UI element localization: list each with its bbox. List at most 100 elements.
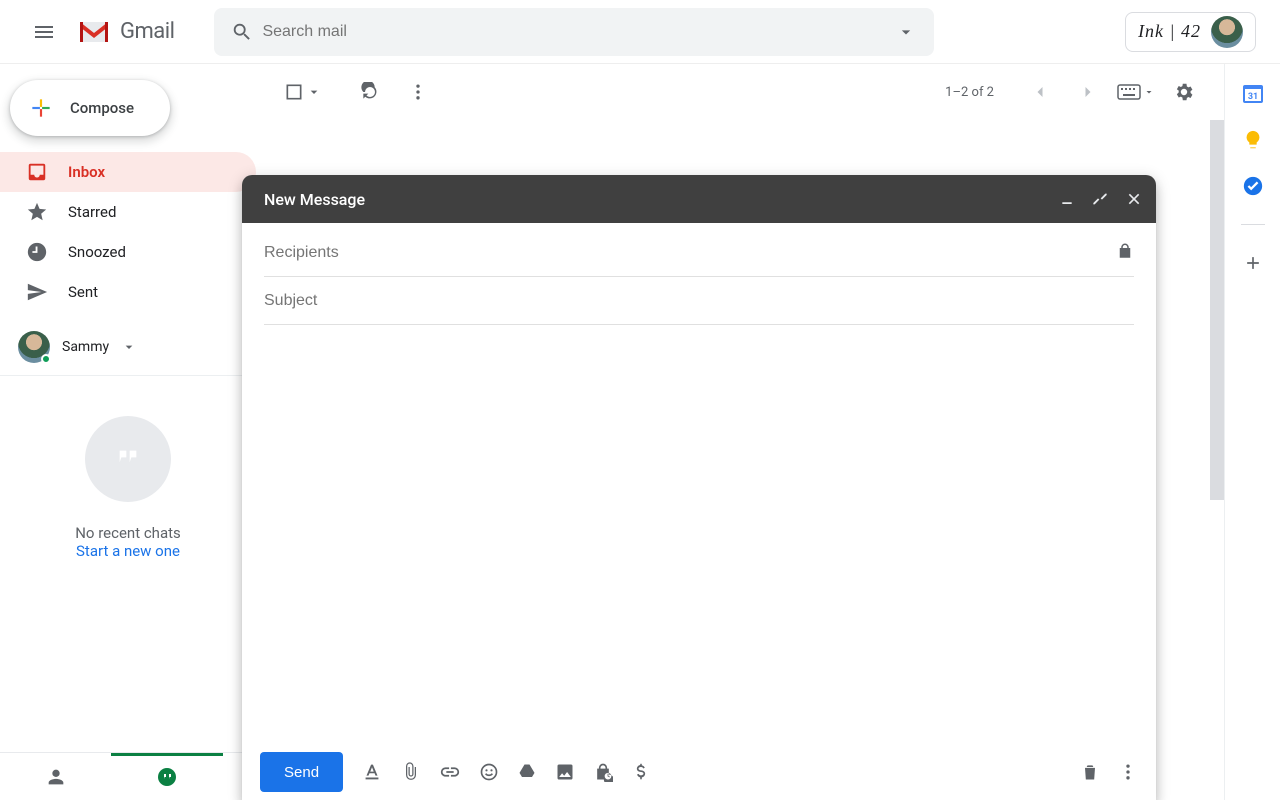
trash-icon: [1080, 762, 1100, 782]
tasks-addon[interactable]: [1241, 174, 1265, 198]
compose-window: New Message Send: [242, 175, 1156, 800]
more-options-button[interactable]: [1118, 762, 1138, 782]
mail-toolbar: 1–2 of 2: [256, 64, 1224, 120]
keyboard-icon: [1117, 84, 1141, 100]
caret-down-icon: [896, 22, 916, 42]
sidebar-item-snoozed[interactable]: Snoozed: [0, 232, 256, 272]
send-icon: [26, 281, 48, 303]
insert-link-button[interactable]: [439, 761, 461, 783]
hangouts-empty-text: No recent chats: [75, 524, 181, 542]
recipients-input[interactable]: [264, 244, 1116, 262]
compose-body[interactable]: [242, 325, 1156, 744]
compose-fields: [242, 223, 1156, 325]
scrollbar[interactable]: [1210, 120, 1224, 500]
prev-page-button[interactable]: [1020, 72, 1060, 112]
gmail-logo[interactable]: Gmail: [76, 18, 174, 46]
discard-draft-button[interactable]: [1080, 762, 1100, 782]
emoji-icon: [479, 762, 499, 782]
minimize-icon: [1060, 192, 1074, 206]
header: Gmail Ink | 42: [0, 0, 1280, 64]
hangouts-icon: [155, 766, 179, 790]
brand-label: Ink | 42: [1138, 21, 1201, 42]
expand-icon: [1092, 191, 1108, 207]
gear-icon: [1173, 81, 1195, 103]
search-options-dropdown[interactable]: [886, 22, 926, 42]
hangouts-quote-icon: [85, 416, 171, 502]
hangouts-user-row[interactable]: Sammy: [0, 320, 256, 373]
compose-minimize-button[interactable]: [1060, 191, 1074, 207]
settings-button[interactable]: [1164, 72, 1204, 112]
compose-title: New Message: [264, 190, 365, 209]
keep-addon[interactable]: [1241, 128, 1265, 152]
insert-drive-button[interactable]: [517, 762, 537, 782]
plus-icon: [1243, 253, 1263, 273]
next-page-button[interactable]: [1068, 72, 1108, 112]
close-icon: [1126, 191, 1142, 207]
sidebar-item-label: Starred: [68, 203, 116, 221]
insert-emoji-button[interactable]: [479, 762, 499, 782]
workspace-brand-chip[interactable]: Ink | 42: [1125, 12, 1256, 52]
get-addons-button[interactable]: [1241, 251, 1265, 275]
header-right: Ink | 42: [1125, 12, 1272, 52]
calendar-addon[interactable]: 31: [1241, 82, 1265, 106]
lock-clock-icon: [593, 762, 613, 782]
lock-icon: [1116, 242, 1134, 260]
insert-photo-button[interactable]: [555, 762, 575, 782]
compose-fullscreen-button[interactable]: [1092, 191, 1108, 207]
hamburger-icon: [32, 20, 56, 44]
paperclip-icon: [401, 762, 421, 782]
divider: [1241, 224, 1265, 225]
svg-text:31: 31: [1247, 92, 1257, 102]
send-button[interactable]: Send: [260, 752, 343, 792]
select-all-checkbox[interactable]: [284, 82, 322, 102]
sidebar-item-starred[interactable]: Starred: [0, 192, 256, 232]
link-icon: [439, 761, 461, 783]
subject-input[interactable]: [264, 292, 1134, 310]
dollar-icon: [631, 762, 651, 782]
drive-icon: [517, 762, 537, 782]
confidential-mode-icon[interactable]: [1116, 242, 1134, 264]
compose-close-button[interactable]: [1126, 191, 1142, 207]
input-tools-button[interactable]: [1116, 72, 1156, 112]
search-input[interactable]: [262, 23, 886, 41]
refresh-button[interactable]: [350, 72, 390, 112]
refresh-icon: [360, 82, 380, 102]
plus-multicolor-icon: [28, 95, 54, 121]
person-icon: [45, 766, 67, 788]
more-vert-icon: [408, 82, 428, 102]
compose-button[interactable]: Compose: [10, 80, 170, 136]
side-panel: 31: [1224, 64, 1280, 800]
compose-header[interactable]: New Message: [242, 175, 1156, 223]
star-icon: [26, 201, 48, 223]
account-avatar[interactable]: [1211, 16, 1243, 48]
more-vert-icon: [1118, 762, 1138, 782]
tasks-icon: [1242, 175, 1264, 197]
more-button[interactable]: [398, 72, 438, 112]
hangouts-start-link[interactable]: Start a new one: [76, 542, 180, 560]
checkbox-outline-icon: [284, 82, 304, 102]
hangouts-username: Sammy: [62, 339, 109, 355]
inbox-icon: [26, 161, 48, 183]
search-bar[interactable]: [214, 8, 934, 56]
sidebar-item-inbox[interactable]: Inbox: [0, 152, 256, 192]
caret-down-icon: [1143, 84, 1155, 100]
confidential-mode-button[interactable]: [593, 762, 613, 782]
caret-down-icon: [306, 84, 322, 100]
image-icon: [555, 762, 575, 782]
pagination-count: 1–2 of 2: [945, 85, 994, 100]
presence-indicator: [41, 354, 51, 364]
hangouts-tab-contacts[interactable]: [0, 753, 111, 800]
request-payment-button[interactable]: [631, 762, 651, 782]
formatting-button[interactable]: [361, 761, 383, 783]
sidebar-item-label: Inbox: [68, 163, 105, 181]
text-format-icon: [361, 761, 383, 783]
chevron-right-icon: [1078, 82, 1098, 102]
hangouts-tab-chats[interactable]: [111, 753, 222, 800]
search-icon: [222, 21, 262, 43]
attach-button[interactable]: [401, 762, 421, 782]
sidebar-item-sent[interactable]: Sent: [0, 272, 256, 312]
main-menu-button[interactable]: [20, 8, 68, 56]
hangouts-empty-state: No recent chats Start a new one: [0, 376, 256, 752]
hangouts-tabs: [0, 752, 256, 800]
compose-label: Compose: [70, 99, 134, 117]
